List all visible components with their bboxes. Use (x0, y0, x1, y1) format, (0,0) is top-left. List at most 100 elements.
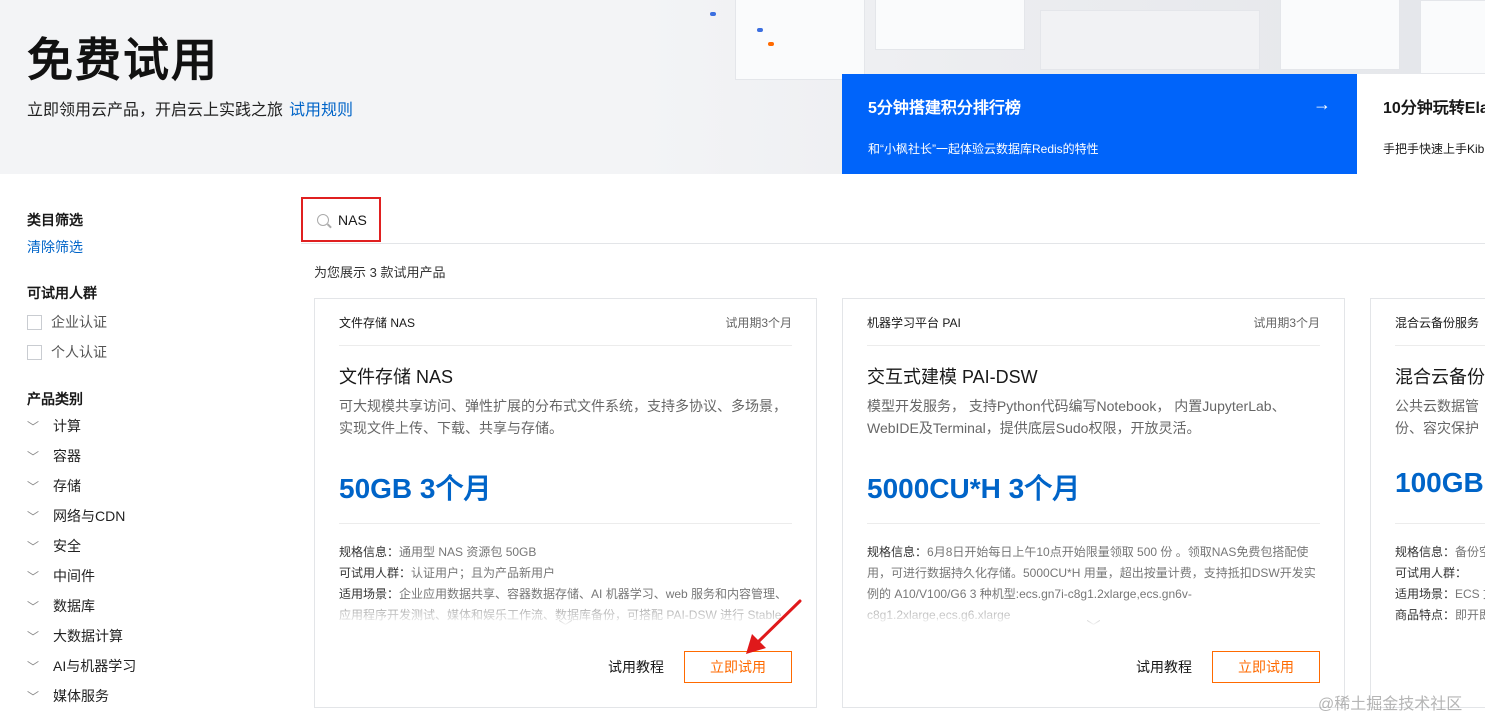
chevron-down-icon: ﹀ (27, 479, 40, 494)
category-label: 计算 (53, 418, 81, 434)
category-label: 容器 (53, 448, 81, 464)
chevron-down-icon: ﹀ (27, 659, 40, 674)
spec-value: 通用型 NAS 资源包 50GB (399, 545, 537, 559)
product-card-pai: 机器学习平台 PAI 试用期3个月 交互式建模 PAI-DSW 模型开发服务， … (842, 298, 1345, 708)
banner-title: 5分钟搭建积分排行榜 (868, 100, 1021, 117)
card-title: 混合云备份 (1395, 367, 1485, 387)
option-label: 个人认证 (51, 344, 107, 360)
category-item-media[interactable]: ﹀ 媒体服务 (27, 681, 257, 711)
search-icon (317, 213, 329, 226)
card-product-name: 文件存储 NAS (339, 315, 416, 330)
card-title: 文件存储 NAS (339, 367, 454, 387)
card-specs: 规格信息：备份空 可试用人群： 适用场景：ECS 文 商品特点：即开即 (1395, 542, 1485, 626)
chevron-down-icon: ﹀ (27, 689, 40, 704)
tutorial-link[interactable]: 试用教程 (608, 657, 664, 677)
category-label: 数据库 (53, 598, 95, 614)
card-title: 交互式建模 PAI-DSW (867, 367, 1038, 387)
category-item-network[interactable]: ﹀ 网络与CDN (27, 501, 257, 531)
page-subtitle: 立即领用云产品，开启云上实践之旅 试用规则 (27, 96, 353, 120)
filter-sidebar: 类目筛选 清除筛选 可试用人群 企业认证 个人认证 产品类别 ﹀ 计算 ﹀ 容器 ﹀… (27, 210, 257, 711)
chevron-down-icon: ﹀ (27, 599, 40, 614)
card-actions: 试用教程 立即试用 (1136, 651, 1320, 683)
spec-key: 规格信息： (339, 545, 400, 559)
tutorial-link[interactable]: 试用教程 (1136, 657, 1192, 677)
chevron-down-icon: ﹀ (27, 419, 40, 434)
category-label: AI与机器学习 (53, 658, 137, 674)
card-specs: 规格信息：通用型 NAS 资源包 50GB 可试用人群：认证用户；且为产品新用户… (339, 542, 792, 626)
banner-title: 10分钟玩转Ela (1383, 100, 1485, 117)
category-item-storage[interactable]: ﹀ 存储 (27, 471, 257, 501)
category-item-security[interactable]: ﹀ 安全 (27, 531, 257, 561)
audience-option-enterprise[interactable]: 企业认证 (27, 313, 257, 331)
divider (867, 523, 1320, 524)
subtitle-text: 立即领用云产品，开启云上实践之旅 (27, 102, 284, 119)
spec-row: 可试用人群： (1395, 563, 1485, 584)
spec-row: 可试用人群：认证用户；且为产品新用户 (339, 563, 792, 584)
clear-filter-link[interactable]: 清除筛选 (27, 237, 257, 255)
card-header: 文件存储 NAS 试用期3个月 (339, 299, 792, 346)
fade-overlay (339, 598, 792, 626)
category-item-container[interactable]: ﹀ 容器 (27, 441, 257, 471)
category-label: 媒体服务 (53, 688, 109, 704)
card-trial-period: 试用期3个月 (725, 315, 792, 330)
fade-overlay (867, 598, 1320, 626)
category-group-title: 产品类别 (27, 391, 83, 407)
chevron-down-icon: ﹀ (27, 509, 40, 524)
option-label: 企业认证 (51, 314, 107, 330)
category-label: 存储 (53, 478, 81, 494)
category-label: 安全 (53, 538, 81, 554)
search-input[interactable] (338, 211, 374, 228)
chevron-down-icon: ﹀ (27, 629, 40, 644)
category-label: 大数据计算 (53, 628, 123, 644)
card-trial-period: 试用期3个月 (1253, 315, 1320, 330)
checkbox[interactable] (27, 344, 42, 360)
spec-key: 规格信息： (1395, 545, 1456, 559)
search-box[interactable] (301, 197, 381, 242)
card-description: 可大规模共享访问、弹性扩展的分布式文件系统，支持多协议、多场景，实现文件上传、下… (339, 398, 787, 436)
card-quota: 5000CU*H 3个月 (867, 473, 1081, 504)
chevron-down-icon: ﹀ (27, 569, 40, 584)
result-count: 为您展示 3 款试用产品 (314, 265, 446, 280)
spec-row: 规格信息：通用型 NAS 资源包 50GB (339, 542, 792, 563)
card-quota: 100GB (1395, 467, 1484, 498)
trial-rules-link[interactable]: 试用规则 (289, 102, 353, 119)
spec-key: 适用场景： (1395, 587, 1456, 601)
banner-desc: 和“小枫社长”一起体验云数据库Redis的特性 (868, 142, 1099, 156)
banner-desc: 手把手快速上手Kib (1383, 142, 1485, 156)
watermark: @稀土掘金技术社区 (1318, 696, 1463, 713)
page-title: 免费试用 (27, 34, 219, 86)
category-item-bigdata[interactable]: ﹀ 大数据计算 (27, 621, 257, 651)
card-quota: 50GB 3个月 (339, 473, 492, 504)
card-description: 模型开发服务， 支持Python代码编写Notebook， 内置JupyterL… (867, 398, 1286, 436)
category-label: 中间件 (53, 568, 95, 584)
search-bar (301, 197, 1485, 244)
chevron-down-icon: ﹀ (27, 539, 40, 554)
spec-key: 规格信息： (867, 545, 928, 559)
spec-key: 商品特点： (1395, 608, 1456, 622)
chevron-down-icon: ﹀ (27, 449, 40, 464)
product-card-backup: 混合云备份服务 混合云备份 公共云数据管份、容灾保护以 100GB 规格信息：备… (1370, 298, 1485, 708)
audience-option-personal[interactable]: 个人认证 (27, 343, 257, 361)
arrow-right-icon: → (1313, 94, 1331, 114)
spec-key: 可试用人群： (339, 566, 412, 580)
card-header: 机器学习平台 PAI 试用期3个月 (867, 299, 1320, 346)
spec-value: 即开即 (1455, 608, 1485, 622)
spec-value: ECS 文 (1455, 587, 1485, 601)
audience-group-title: 可试用人群 (27, 285, 97, 301)
try-now-button[interactable]: 立即试用 (1212, 651, 1320, 683)
category-item-middleware[interactable]: ﹀ 中间件 (27, 561, 257, 591)
annotation-arrow-icon (746, 599, 802, 654)
card-header: 混合云备份服务 (1395, 299, 1485, 346)
category-item-ai[interactable]: ﹀ AI与机器学习 (27, 651, 257, 681)
category-item-compute[interactable]: ﹀ 计算 (27, 411, 257, 441)
promo-banner-redis[interactable]: 5分钟搭建积分排行榜 和“小枫社长”一起体验云数据库Redis的特性 → (842, 74, 1357, 174)
divider (339, 523, 792, 524)
divider (1395, 523, 1485, 524)
spec-value: 备份空 (1455, 545, 1485, 559)
category-item-database[interactable]: ﹀ 数据库 (27, 591, 257, 621)
promo-banner-elastic[interactable]: 10分钟玩转Ela 手把手快速上手Kib (1357, 74, 1485, 174)
category-label: 网络与CDN (53, 508, 126, 524)
spec-key: 可试用人群： (1395, 566, 1468, 580)
spec-row: 适用场景：ECS 文 (1395, 584, 1485, 605)
checkbox[interactable] (27, 314, 42, 330)
